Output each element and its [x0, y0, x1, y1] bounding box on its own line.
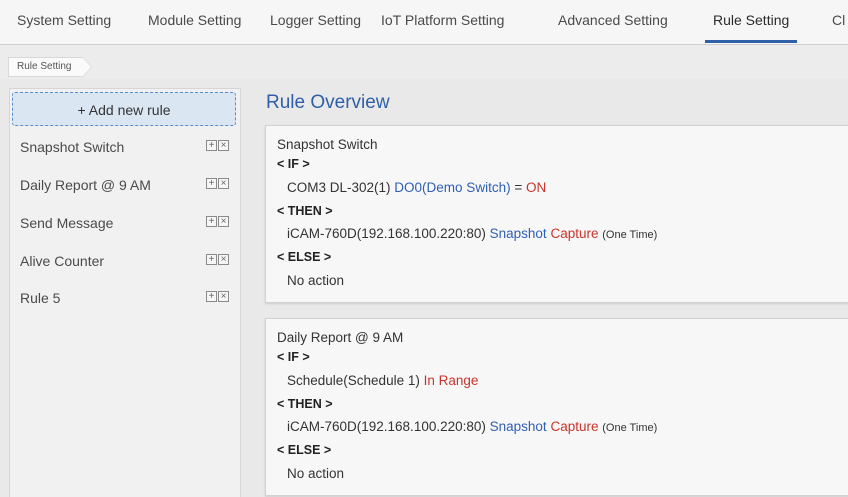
if-device: COM3 DL-302(1)	[287, 180, 391, 195]
then-value: Capture	[550, 419, 599, 434]
tab-advanced-setting[interactable]: Advanced Setting	[558, 0, 668, 42]
breadcrumb: Rule Setting	[0, 45, 848, 79]
then-keyword: < THEN >	[277, 204, 333, 218]
if-value: ON	[526, 180, 547, 195]
rule-card-title: Daily Report @ 9 AM	[277, 330, 404, 345]
if-operator: =	[514, 180, 523, 195]
rule-list-item[interactable]: Alive Counter + ×	[20, 248, 240, 274]
copy-rule-icon[interactable]: +	[206, 291, 217, 302]
then-device: iCAM-760D(192.168.100.220:80)	[287, 419, 486, 434]
else-keyword: < ELSE >	[277, 443, 332, 457]
else-action: No action	[287, 466, 345, 481]
if-condition: Schedule(Schedule 1) In Range	[287, 373, 478, 388]
tab-rule-setting[interactable]: Rule Setting	[704, 0, 798, 43]
if-device: Schedule(Schedule 1)	[287, 373, 420, 388]
then-note: (One Time)	[602, 422, 658, 434]
copy-rule-icon[interactable]: +	[206, 178, 217, 189]
tab-system-setting[interactable]: System Setting	[17, 0, 111, 42]
rule-sidebar: + Add new rule Snapshot Switch + × Daily…	[9, 88, 241, 497]
else-keyword: < ELSE >	[277, 250, 332, 264]
if-keyword: < IF >	[277, 350, 310, 364]
then-value: Capture	[550, 226, 599, 241]
breadcrumb-item-rule-setting[interactable]: Rule Setting	[8, 57, 94, 77]
tab-iot-platform-setting[interactable]: IoT Platform Setting	[381, 0, 504, 42]
if-condition: COM3 DL-302(1) DO0(Demo Switch) = ON	[287, 180, 546, 195]
delete-rule-icon[interactable]: ×	[218, 140, 229, 151]
rule-list-item[interactable]: Rule 5 + ×	[20, 285, 240, 311]
add-new-rule-button[interactable]: + Add new rule	[12, 92, 236, 126]
top-nav: System Setting Module Setting Logger Set…	[0, 0, 848, 45]
copy-rule-icon[interactable]: +	[206, 140, 217, 151]
rule-card-title: Snapshot Switch	[277, 137, 378, 152]
then-note: (One Time)	[602, 229, 658, 241]
rule-label: Alive Counter	[20, 253, 105, 269]
then-action: iCAM-760D(192.168.100.220:80) Snapshot C…	[287, 226, 657, 241]
then-action-type: Snapshot	[489, 419, 547, 434]
rule-list-item[interactable]: Daily Report @ 9 AM + ×	[20, 172, 240, 198]
if-channel: DO0(Demo Switch)	[394, 180, 511, 195]
delete-rule-icon[interactable]: ×	[218, 178, 229, 189]
rule-card: Daily Report @ 9 AM < IF > Schedule(Sche…	[265, 318, 848, 496]
tab-logger-setting[interactable]: Logger Setting	[270, 0, 361, 42]
if-value: In Range	[423, 373, 479, 388]
copy-rule-icon[interactable]: +	[206, 216, 217, 227]
then-device: iCAM-760D(192.168.100.220:80)	[287, 226, 486, 241]
else-action: No action	[287, 273, 345, 288]
then-keyword: < THEN >	[277, 397, 333, 411]
copy-rule-icon[interactable]: +	[206, 254, 217, 265]
rule-label: Daily Report @ 9 AM	[20, 177, 151, 193]
if-keyword: < IF >	[277, 157, 310, 171]
rule-list-item[interactable]: Send Message + ×	[20, 210, 240, 236]
tab-cloud-partial[interactable]: Cl	[832, 0, 845, 42]
rule-label: Send Message	[20, 215, 114, 231]
rule-label: Snapshot Switch	[20, 139, 125, 155]
rule-overview-panel: Rule Overview Snapshot Switch < IF > COM…	[248, 80, 848, 496]
then-action-type: Snapshot	[489, 226, 547, 241]
page-title: Rule Overview	[266, 92, 390, 113]
rule-label: Rule 5	[20, 290, 61, 306]
delete-rule-icon[interactable]: ×	[218, 216, 229, 227]
delete-rule-icon[interactable]: ×	[218, 254, 229, 265]
rule-card: Snapshot Switch < IF > COM3 DL-302(1) DO…	[265, 125, 848, 303]
tab-module-setting[interactable]: Module Setting	[148, 0, 241, 42]
then-action: iCAM-760D(192.168.100.220:80) Snapshot C…	[287, 419, 657, 434]
delete-rule-icon[interactable]: ×	[218, 291, 229, 302]
rule-list-item[interactable]: Snapshot Switch + ×	[20, 134, 240, 160]
